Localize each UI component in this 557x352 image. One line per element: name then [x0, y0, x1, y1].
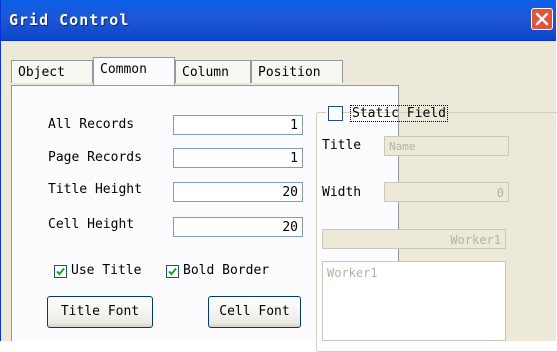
checkmark-icon	[56, 267, 65, 276]
static-field-combo[interactable]: Worker1	[322, 229, 506, 249]
tab-object[interactable]: Object	[11, 60, 93, 83]
title-bar[interactable]: Grid Control	[1, 0, 556, 41]
title-font-button[interactable]: Title Font	[47, 296, 153, 328]
dialog-window: Grid Control Object Common Column Positi…	[0, 0, 557, 352]
close-button[interactable]	[531, 8, 553, 30]
page-records-input[interactable]: 1	[173, 148, 303, 168]
cell-font-button[interactable]: Cell Font	[208, 296, 301, 328]
all-records-input[interactable]: 1	[173, 115, 303, 135]
page-records-label: Page Records	[48, 150, 142, 165]
title-label: Title	[322, 138, 362, 153]
tab-common[interactable]: Common	[93, 57, 175, 85]
static-field-caption: Static Field	[326, 104, 448, 124]
tab-position[interactable]: Position	[251, 60, 343, 83]
title-height-input[interactable]: 20	[173, 182, 303, 202]
tab-column[interactable]: Column	[175, 60, 251, 83]
use-title-label: Use Title	[71, 263, 142, 278]
close-icon	[535, 12, 549, 26]
bold-border-label: Bold Border	[183, 263, 270, 278]
cell-height-input[interactable]: 20	[173, 217, 303, 237]
static-title-input[interactable]: Name	[384, 136, 509, 156]
bold-border-checkbox[interactable]	[166, 265, 179, 278]
cell-height-label: Cell Height	[48, 217, 135, 232]
window-title: Grid Control	[9, 11, 130, 29]
title-height-label: Title Height	[48, 182, 142, 197]
list-item[interactable]: Worker1	[327, 266, 505, 280]
static-field-label: Static Field	[350, 105, 448, 122]
static-width-input[interactable]: 0	[384, 182, 509, 202]
static-field-checkbox[interactable]	[328, 106, 343, 121]
use-title-checkbox[interactable]	[54, 265, 67, 278]
all-records-label: All Records	[48, 117, 135, 132]
width-label: Width	[322, 185, 362, 200]
static-field-list[interactable]: Worker1	[322, 261, 506, 341]
checkmark-icon	[168, 267, 177, 276]
